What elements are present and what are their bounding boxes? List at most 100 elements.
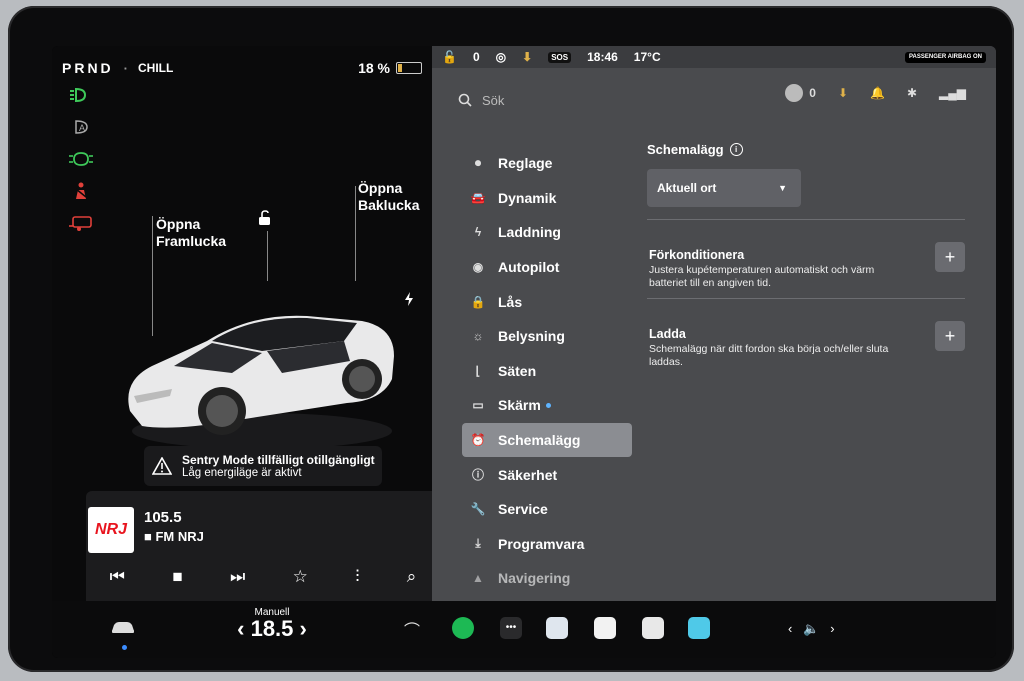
menu-item-belysning[interactable]: ☼ Belysning — [462, 319, 632, 354]
speaker-icon: 🔈 — [803, 621, 820, 636]
charge-description: Schemalägg när ditt fordon ska börja och… — [649, 343, 889, 368]
battery-status: 18 % — [358, 60, 422, 76]
battery-percent: 18 % — [358, 60, 390, 76]
alarm-clock-icon: ⏰ — [470, 433, 486, 448]
menu-item-schemalagg[interactable]: ⏰ Schemalägg — [462, 422, 632, 458]
menu-label: Belysning — [498, 328, 565, 345]
wrench-icon: 🔧 — [470, 502, 486, 517]
menu-item-service[interactable]: 🔧 Service — [462, 492, 632, 527]
sentry-title: Sentry Mode tillfälligt otillgängligt — [182, 453, 375, 467]
menu-item-programvara[interactable]: ⤓ Programvara — [462, 527, 632, 562]
location-dropdown[interactable]: Aktuell ort ▼ — [647, 169, 801, 207]
schedule-title: Schemalägg i — [647, 142, 965, 157]
software-download-icon[interactable]: ⬇ — [838, 86, 848, 100]
menu-item-dynamik[interactable]: 🚘 Dynamik — [462, 181, 632, 216]
car-icon: 🚘 — [470, 190, 486, 205]
add-precondition-button[interactable]: + — [935, 242, 965, 272]
bottom-dock: Manuell ‹ 18.5 › ⌒ ••• ‹ 🔈 › — [52, 601, 996, 658]
outside-temp: 17°C — [633, 50, 661, 64]
menu-label: Säkerhet — [498, 466, 558, 483]
lock-status-icon[interactable]: 🔓 — [442, 50, 457, 64]
spotify-icon[interactable] — [452, 617, 474, 639]
bluetooth-icon[interactable]: ✱ — [907, 86, 917, 100]
open-trunk-button[interactable]: Öppna Baklucka — [358, 180, 419, 214]
precondition-title: Förkonditionera — [649, 248, 745, 262]
car-model-3d — [128, 315, 394, 449]
seatbelt-warning-icon — [68, 182, 94, 200]
menu-label: Dynamik — [498, 189, 557, 206]
headlight-icon — [68, 86, 94, 104]
info-circle-icon: ⓘ — [471, 468, 484, 483]
profile-count: 0 — [472, 50, 480, 64]
open-frunk-button[interactable]: Öppna Framlucka — [156, 216, 226, 250]
media-search-icon[interactable]: ⌕ — [407, 567, 417, 587]
profile-name: 0 — [809, 86, 816, 100]
menu-label: Service — [498, 501, 548, 518]
screen-bezel: PRND · CHILL 18 % A Öppna Framlucka Öppn… — [8, 6, 1014, 672]
more-apps-icon[interactable]: ••• — [500, 617, 522, 639]
menu-label: Skärm — [498, 397, 541, 414]
avatar — [785, 84, 804, 102]
volume-control[interactable]: ‹ 🔈 › — [788, 621, 835, 637]
bell-icon[interactable]: 🔔 — [870, 86, 885, 100]
info-icon[interactable]: i — [729, 143, 743, 156]
next-track-icon[interactable]: ⏭ — [230, 567, 245, 587]
menu-item-autopilot[interactable]: ◉ Autopilot — [462, 250, 632, 285]
camera-icon[interactable]: ◎ — [496, 50, 506, 64]
media-player: NRJ 105.5 ■ FM NRJ ⏮ ■ ⏭ ☆ ⫶ ⌕ — [86, 491, 440, 609]
menu-item-las[interactable]: 🔒 Lås — [462, 284, 632, 319]
temperature-value: 18.5 — [250, 616, 294, 641]
charge-section: Ladda Schemalägg när ditt fordon ska bör… — [647, 299, 965, 377]
menu-item-laddning[interactable]: ϟ Laddning — [462, 215, 632, 250]
menu-label: Schemalägg — [498, 432, 581, 449]
trailer-warning-icon — [68, 214, 94, 232]
touchscreen: PRND · CHILL 18 % A Öppna Framlucka Öppn… — [52, 46, 996, 658]
new-indicator-dot — [545, 402, 551, 408]
notes-icon[interactable] — [642, 617, 664, 639]
profile-button[interactable]: 0 — [785, 84, 816, 102]
car-icon[interactable] — [110, 619, 136, 635]
wiper-icon[interactable]: ⌒ — [404, 617, 426, 640]
menu-item-saten[interactable]: ⌊ Säten — [462, 354, 632, 389]
sos-button[interactable]: SOS — [548, 51, 572, 63]
steering-wheel-icon: ◉ — [472, 260, 484, 275]
favorite-star-icon[interactable]: ☆ — [293, 567, 308, 587]
calendar-icon[interactable] — [594, 617, 616, 639]
drive-status-bar: PRND · CHILL 18 % — [62, 58, 422, 78]
schedule-content: Schemalägg i Aktuell ort ▼ Förkonditione… — [647, 142, 965, 377]
open-trunk-label-1: Öppna — [358, 180, 403, 196]
drive-mode: CHILL — [138, 61, 174, 75]
location-dropdown-value: Aktuell ort — [657, 181, 717, 195]
top-status-strip: 🔓 0 ◎ ⬇ SOS 18:46 17°C PASSENGER AIRBAG … — [432, 46, 996, 68]
download-icon[interactable]: ⬇ — [522, 50, 532, 64]
navigation-app-icon[interactable] — [546, 617, 568, 639]
menu-item-skarm[interactable]: ▭ Skärm — [462, 388, 632, 423]
add-charge-schedule-button[interactable]: + — [935, 321, 965, 351]
header-icons: 0 ⬇ 🔔 ✱ ▂▄▆ — [785, 84, 966, 102]
clock: 18:46 — [587, 50, 618, 64]
equalizer-icon[interactable]: ⫶ — [355, 567, 359, 587]
bolt-icon: ϟ — [474, 225, 482, 240]
display-icon: ▭ — [472, 398, 484, 413]
separator-dot: · — [123, 60, 129, 76]
menu-item-navigering[interactable]: ▲ Navigering — [462, 561, 632, 596]
battery-fill — [398, 64, 403, 72]
menu-label: Programvara — [498, 535, 585, 552]
cabin-temperature: ‹ 18.5 › — [237, 616, 307, 641]
open-frunk-label-1: Öppna — [156, 216, 201, 232]
bluetooth-app-icon[interactable] — [688, 617, 710, 639]
svg-text:A: A — [79, 123, 85, 133]
unlock-icon[interactable] — [256, 209, 274, 227]
navigation-icon: ▲ — [472, 571, 484, 586]
previous-track-icon[interactable]: ⏮ — [110, 567, 125, 587]
menu-item-sakerhet[interactable]: ⓘ Säkerhet — [462, 457, 632, 492]
radio-frequency: 105.5 — [144, 509, 182, 526]
climate-control[interactable]: Manuell ‹ 18.5 › — [227, 607, 317, 640]
stop-icon[interactable]: ■ — [172, 567, 182, 587]
sentry-subtitle: Låg energiläge är aktivt — [182, 467, 302, 479]
fog-light-icon — [68, 150, 94, 168]
menu-label: Autopilot — [498, 259, 560, 276]
menu-label: Säten — [498, 362, 537, 379]
search-input[interactable]: Sök — [482, 93, 504, 108]
menu-item-reglage[interactable]: ⏺ Reglage — [462, 146, 632, 181]
